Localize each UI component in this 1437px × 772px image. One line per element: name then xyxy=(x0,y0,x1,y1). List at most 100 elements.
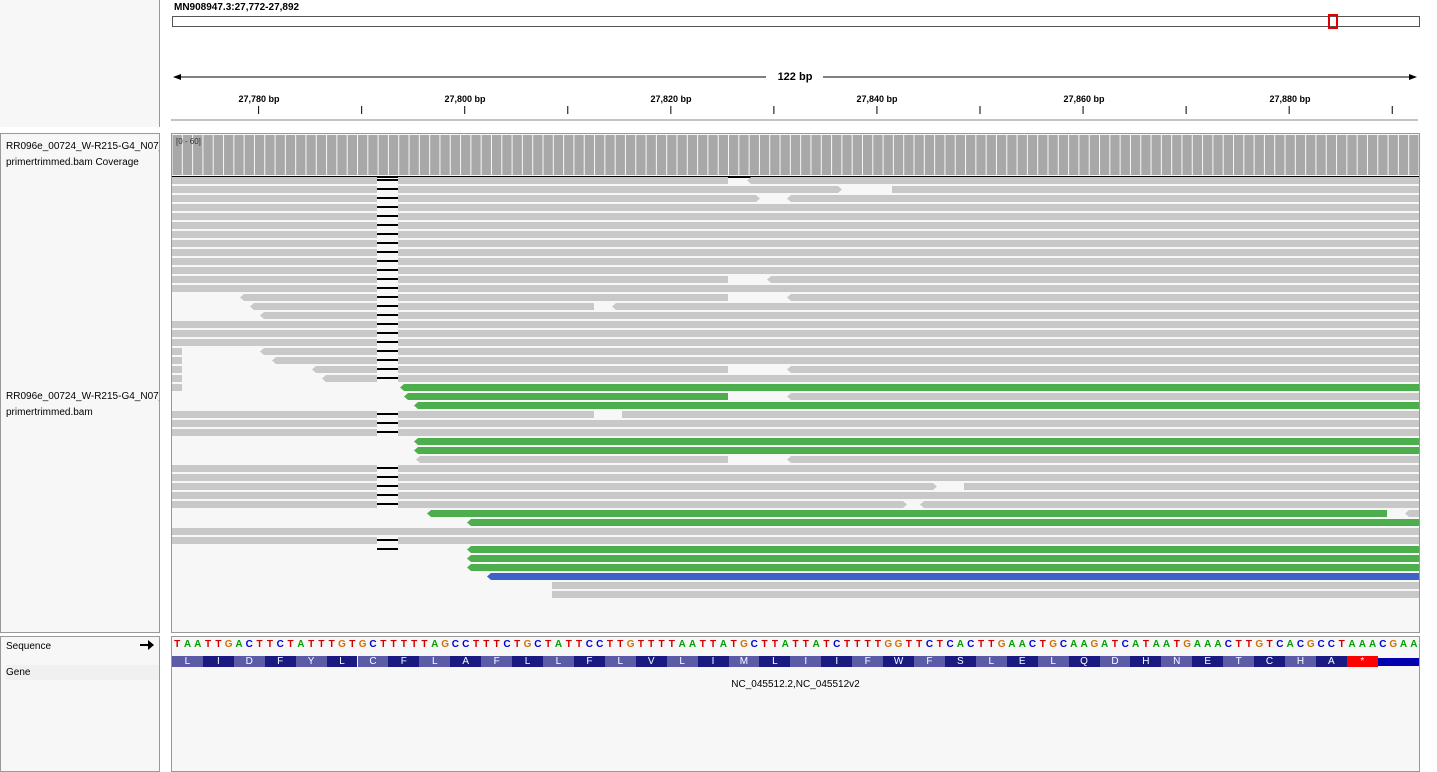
coverage-bar xyxy=(852,135,862,175)
read xyxy=(398,411,594,418)
read xyxy=(172,195,377,202)
coverage-bar xyxy=(1172,135,1182,175)
read xyxy=(398,330,1419,337)
read xyxy=(398,285,1419,292)
read xyxy=(240,294,377,301)
amino-acid: L xyxy=(975,656,1007,667)
coverage-bar xyxy=(1130,135,1141,175)
amino-acid: I xyxy=(790,656,822,667)
span-label: 122 bp xyxy=(771,71,819,83)
read xyxy=(172,177,377,184)
read xyxy=(172,537,377,544)
coverage-bar xyxy=(646,135,656,175)
read xyxy=(172,339,377,346)
amino-acid: I xyxy=(697,656,729,667)
read xyxy=(398,276,728,283)
coverage-bar xyxy=(419,135,430,175)
coverage-bar xyxy=(1378,135,1388,175)
amino-acid: W xyxy=(883,656,914,667)
coverage-bar xyxy=(1203,135,1213,175)
read xyxy=(787,393,1419,400)
read xyxy=(172,384,182,391)
coverage-bar xyxy=(244,135,254,175)
amino-acid: I xyxy=(202,656,234,667)
locus-label: MN908947.3:27,772-27,892 xyxy=(174,2,300,13)
coverage-bar xyxy=(234,135,244,175)
coverage-track-name[interactable]: RR096e_00724_W-R215-G4_N07_ xyxy=(6,139,159,154)
coverage-bar xyxy=(203,135,213,175)
read xyxy=(398,312,1419,319)
read xyxy=(172,186,377,193)
coverage-bar xyxy=(996,135,1007,175)
coverage-bar xyxy=(1347,135,1357,175)
read xyxy=(398,429,1419,436)
gene-track-label[interactable]: Gene xyxy=(6,665,159,680)
read xyxy=(398,537,1419,544)
read xyxy=(312,366,377,373)
coverage-bar xyxy=(615,135,625,175)
read xyxy=(622,411,1419,418)
read xyxy=(172,276,377,283)
tick-label: 27,780 bp xyxy=(238,94,280,104)
read xyxy=(172,429,377,436)
alignment-track-name-2[interactable]: primertrimmed.bam xyxy=(6,405,159,420)
read xyxy=(414,447,1419,454)
amino-acid: D xyxy=(233,656,265,667)
alignment-track-name[interactable]: RR096e_00724_W-R215-G4_N07_ xyxy=(6,389,159,404)
read xyxy=(398,465,1419,472)
amino-acid: E xyxy=(1006,656,1038,667)
read xyxy=(398,339,1419,346)
coverage-track-name-2[interactable]: primertrimmed.bam Coverage xyxy=(6,155,159,170)
amino-acid: D xyxy=(1099,656,1131,667)
coverage-bar xyxy=(1295,135,1306,175)
sequence-track-label[interactable]: Sequence xyxy=(6,639,159,654)
read xyxy=(172,483,377,490)
read xyxy=(398,177,728,184)
coverage-bar xyxy=(1337,135,1347,175)
chromosome-ideogram[interactable] xyxy=(172,16,1420,27)
coverage-bar xyxy=(1357,135,1367,175)
read xyxy=(398,348,1419,355)
coverage-bar xyxy=(759,135,770,175)
ruler-ticks xyxy=(171,106,1418,121)
right-arrow-icon[interactable] xyxy=(139,639,155,651)
tick-label: 27,800 bp xyxy=(444,94,486,104)
coverage-bar xyxy=(543,135,553,175)
coverage-bar xyxy=(708,135,718,175)
coverage-bar xyxy=(440,135,450,175)
read xyxy=(172,204,377,211)
coverage-bar xyxy=(461,135,471,175)
coverage-bar xyxy=(574,135,584,175)
coverage-bar xyxy=(904,135,914,175)
amino-acid: L xyxy=(604,656,636,667)
read xyxy=(172,249,377,256)
read xyxy=(398,249,1419,256)
tick-label: 27,820 bp xyxy=(650,94,692,104)
coverage-bar xyxy=(842,135,852,175)
read xyxy=(612,303,1419,310)
coverage-bar xyxy=(1182,135,1192,175)
read xyxy=(398,357,1419,364)
read xyxy=(250,303,377,310)
coverage-track[interactable]: [0 - 60] xyxy=(172,134,1419,176)
feature-name-panel: Sequence Gene xyxy=(0,636,160,772)
coverage-bar xyxy=(296,135,306,175)
coverage-bar xyxy=(1213,135,1223,175)
alignment-track[interactable] xyxy=(172,176,1419,632)
read xyxy=(467,564,1419,571)
read xyxy=(398,321,1419,328)
amino-acid: F xyxy=(573,656,605,667)
coverage-bar xyxy=(378,135,388,175)
amino-acid: E xyxy=(1192,656,1224,667)
read xyxy=(398,195,760,202)
gene-feature-name: NC_045512.2,NC_045512v2 xyxy=(731,679,860,690)
coverage-bar xyxy=(780,135,790,175)
read xyxy=(787,456,1419,463)
gene-track[interactable]: L I D F Y L C F L A F L L F L V L I M L I I F W F S L E L Q D H N E T C H A * xyxy=(172,637,1419,677)
amino-acid: L xyxy=(172,656,203,667)
coverage-bar xyxy=(770,135,780,175)
coverage-bar xyxy=(1388,135,1398,175)
read xyxy=(172,330,377,337)
amino-acid: F xyxy=(264,656,296,667)
amino-acid: A xyxy=(1315,656,1347,667)
